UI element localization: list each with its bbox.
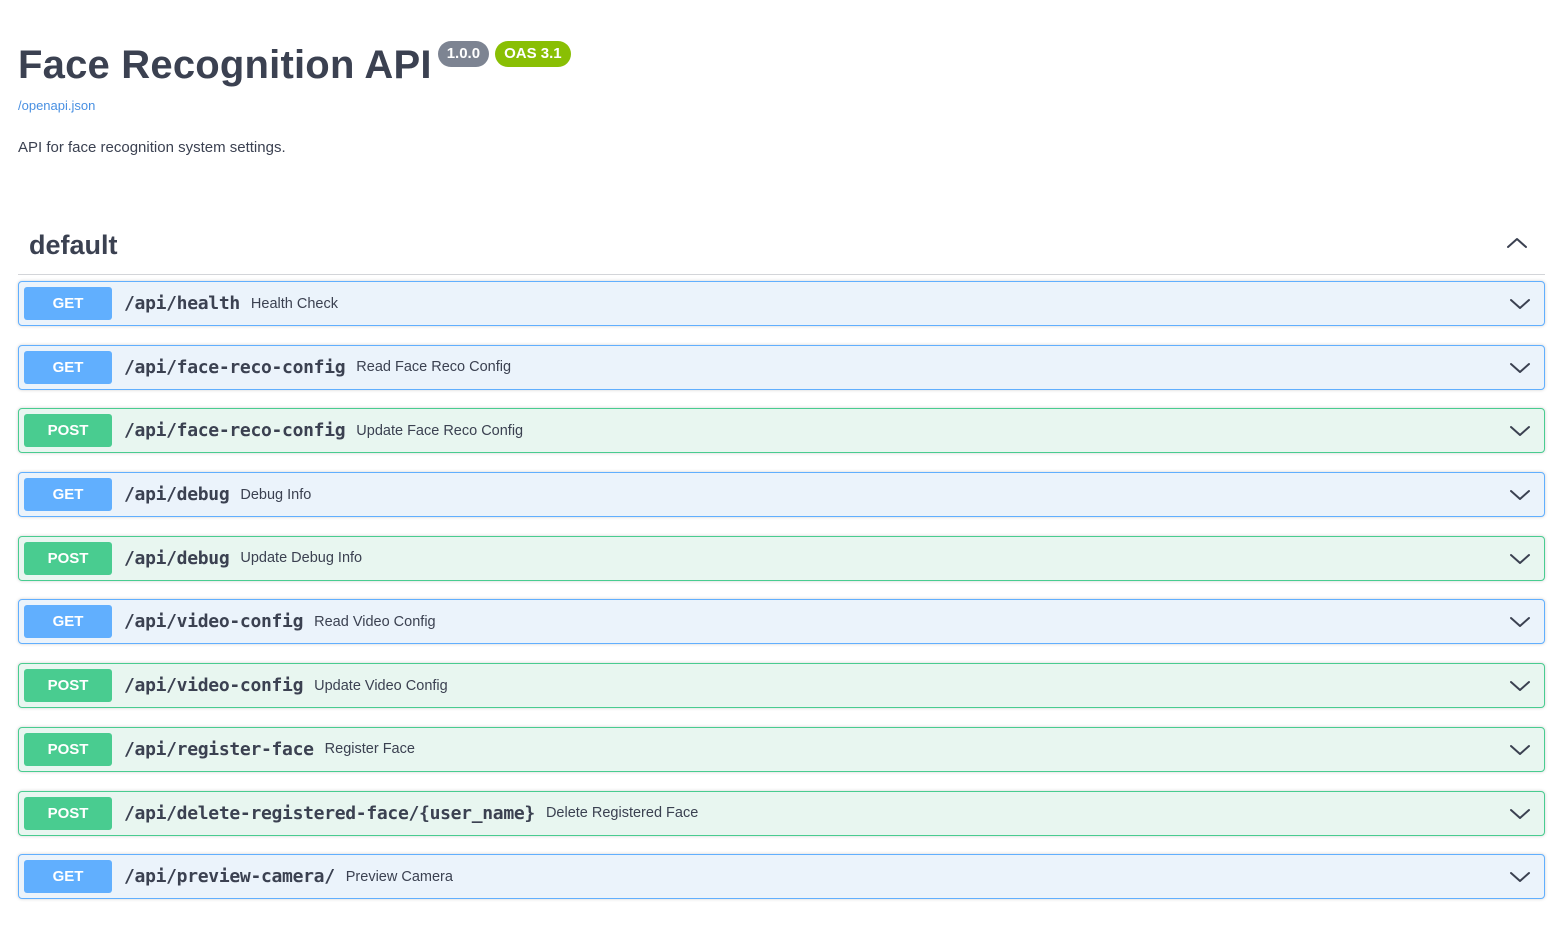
api-description: API for face recognition system settings…: [18, 139, 286, 156]
operation-block[interactable]: GET /api/face-reco-config Read Face Reco…: [18, 344, 1545, 390]
method-badge: POST: [24, 796, 112, 830]
operation-path: /api/face-reco-config: [124, 356, 346, 378]
version-badge: 1.0.0: [437, 41, 490, 67]
chevron-down-icon[interactable]: [1509, 803, 1531, 825]
method-badge: GET: [24, 350, 112, 384]
operation-path: /api/register-face: [124, 738, 314, 760]
method-badge: GET: [24, 287, 112, 320]
operation-summary: Debug Info: [240, 486, 312, 503]
operation-path: /api/preview-camera/: [124, 866, 335, 888]
operation-block[interactable]: POST /api/delete-registered-face/{user_n…: [18, 790, 1545, 836]
operation-path: /api/delete-registered-face/{user_name}: [124, 802, 535, 824]
chevron-down-icon[interactable]: [1509, 357, 1531, 379]
operation-summary: Preview Camera: [345, 868, 453, 885]
method-badge: GET: [24, 605, 112, 639]
operation-summary: Update Face Reco Config: [356, 422, 524, 439]
chevron-down-icon[interactable]: [1509, 420, 1531, 442]
operation-summary: Read Face Reco Config: [356, 359, 512, 376]
operation-block[interactable]: POST /api/register-face Register Face: [18, 726, 1545, 772]
method-badge: POST: [24, 541, 112, 575]
operation-block[interactable]: GET /api/health Health Check: [18, 281, 1545, 326]
operation-block[interactable]: POST /api/face-reco-config Update Face R…: [18, 408, 1545, 454]
method-badge: POST: [24, 732, 112, 766]
chevron-down-icon[interactable]: [1509, 866, 1531, 888]
chevron-up-icon[interactable]: [1505, 231, 1529, 255]
operation-summary: Health Check: [250, 295, 338, 312]
chevron-down-icon[interactable]: [1509, 293, 1531, 315]
operations-list: GET /api/health Health Check GET /api/fa…: [18, 281, 1545, 918]
operation-summary: Read Video Config: [314, 613, 436, 630]
operation-path: /api/debug: [124, 547, 230, 569]
api-info: Face Recognition API 1.0.0 OAS 3.1 /open…: [18, 38, 1548, 156]
method-badge: POST: [24, 414, 112, 448]
operation-block[interactable]: GET /api/debug Debug Info: [18, 472, 1545, 518]
operation-block[interactable]: GET /api/video-config Read Video Config: [18, 599, 1545, 645]
chevron-down-icon[interactable]: [1509, 611, 1531, 633]
operation-summary: Delete Registered Face: [545, 805, 699, 821]
operation-block[interactable]: POST /api/video-config Update Video Conf…: [18, 663, 1545, 709]
section-title: default: [29, 229, 118, 260]
operation-summary: Register Face: [324, 741, 415, 758]
operation-path: /api/video-config: [124, 611, 304, 633]
operation-summary: Update Debug Info: [240, 550, 363, 567]
openapi-json-link[interactable]: /openapi.json: [18, 98, 1548, 113]
operation-path: /api/video-config: [124, 675, 304, 697]
chevron-down-icon[interactable]: [1509, 484, 1531, 506]
operation-path: /api/health: [124, 293, 240, 314]
tag-section-default[interactable]: default: [18, 220, 1545, 275]
chevron-down-icon[interactable]: [1509, 548, 1531, 570]
operation-summary: Update Video Config: [314, 677, 448, 694]
title-row: Face Recognition API 1.0.0 OAS 3.1: [18, 38, 1548, 92]
operation-block[interactable]: GET /api/preview-camera/ Preview Camera: [18, 854, 1545, 900]
oas-badge: OAS 3.1: [495, 41, 571, 67]
method-badge: POST: [24, 669, 112, 703]
operation-block[interactable]: POST /api/debug Update Debug Info: [18, 535, 1545, 581]
operation-path: /api/debug: [124, 484, 230, 506]
api-title: Face Recognition API: [18, 43, 432, 87]
method-badge: GET: [24, 478, 112, 512]
chevron-down-icon[interactable]: [1509, 675, 1531, 697]
operation-path: /api/face-reco-config: [124, 420, 346, 442]
chevron-down-icon[interactable]: [1509, 739, 1531, 761]
swagger-ui: Face Recognition API 1.0.0 OAS 3.1 /open…: [0, 0, 1566, 935]
method-badge: GET: [24, 860, 112, 894]
